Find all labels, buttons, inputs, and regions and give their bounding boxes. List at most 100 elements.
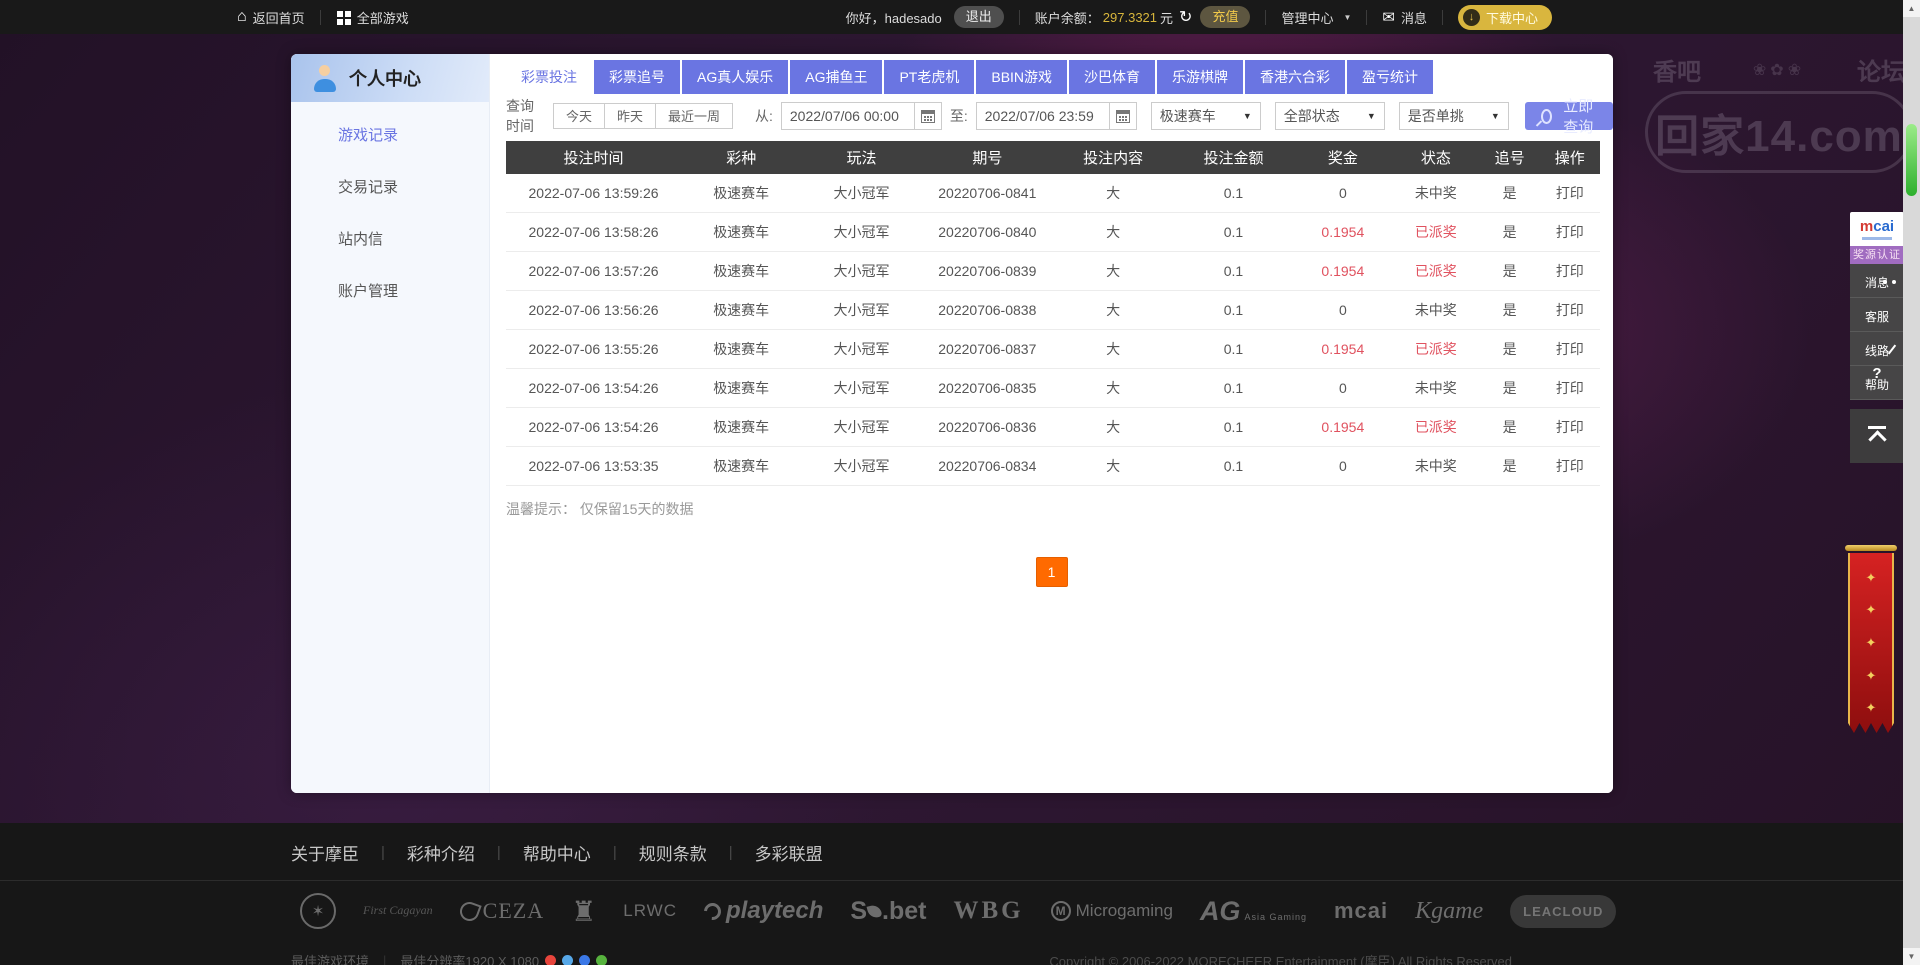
table-cell: 0.1 — [1223, 341, 1244, 357]
tab-4[interactable]: AG捕鱼王 — [790, 60, 883, 94]
scroll-down-button[interactable]: ▼ — [1903, 948, 1920, 965]
from-date-input[interactable] — [781, 103, 914, 129]
query-button[interactable]: 立即查询 — [1524, 98, 1613, 136]
balance-value: 297.3321 — [1102, 9, 1158, 25]
back-to-top-icon — [1867, 430, 1887, 449]
playtech-swirl-icon — [700, 899, 725, 923]
sidebar-title: 个人中心 — [349, 69, 421, 89]
table-cell: 极速赛车 — [713, 224, 770, 240]
tab-2[interactable]: 彩票追号 — [594, 60, 680, 94]
ceza-leaf-icon — [456, 898, 482, 924]
tab-10[interactable]: 盈亏统计 — [1347, 60, 1434, 94]
user-avatar-icon — [311, 64, 339, 92]
widget-item-4[interactable]: 帮助 — [1850, 366, 1904, 400]
table-cell: 20220706-0837 — [938, 341, 1037, 357]
widget-item-1[interactable]: 消息 — [1850, 264, 1904, 298]
watermark-left-text: 香吧 — [1653, 59, 1701, 86]
sidebar-item-1[interactable]: 游戏记录 — [291, 110, 489, 162]
print-link[interactable]: 打印 — [1540, 417, 1600, 437]
from-calendar-button[interactable] — [913, 103, 941, 129]
footer-link-1[interactable]: 关于摩臣 — [291, 840, 359, 865]
tab-3[interactable]: AG真人娱乐 — [682, 60, 789, 94]
footer-link-5[interactable]: 多彩联盟 — [755, 840, 823, 865]
table-cell: 极速赛车 — [713, 419, 770, 435]
to-date-input[interactable] — [976, 103, 1109, 129]
footer-link-divider: | — [496, 844, 501, 861]
quick-range-button-3[interactable]: 最近一周 — [654, 103, 733, 129]
recharge-button[interactable]: 充值 — [1200, 6, 1251, 28]
filter-select-value: 全部状态 — [1283, 108, 1340, 124]
logo-leacloud: LEACLOUD — [1510, 894, 1617, 928]
table-cell: 大 — [1106, 302, 1121, 318]
admin-center-menu[interactable]: 管理中心 ▼ — [1281, 8, 1351, 27]
mcai-logo-underline — [1862, 237, 1892, 240]
download-center-label: 下载中心 — [1485, 10, 1538, 26]
back-to-top-button[interactable] — [1850, 409, 1904, 463]
sidebar-item-3[interactable]: 站内信 — [291, 214, 489, 266]
table-cell: 是 — [1502, 185, 1517, 201]
leaf-icon — [866, 903, 883, 919]
table-row: 2022-07-06 13:58:26 极速赛车 大小冠军 20220706-0840… — [506, 213, 1600, 252]
tab-6[interactable]: BBIN游戏 — [976, 60, 1068, 94]
print-link[interactable]: 打印 — [1540, 261, 1600, 281]
scrollbar-thumb[interactable] — [1906, 124, 1917, 196]
page-1-button[interactable]: 1 — [1035, 557, 1068, 587]
tab-8[interactable]: 乐游棋牌 — [1157, 60, 1244, 94]
android-icon — [596, 955, 608, 965]
tab-5[interactable]: PT老虎机 — [884, 60, 975, 94]
scroll-up-button[interactable]: ▲ — [1903, 0, 1920, 17]
table-cell: 大 — [1106, 341, 1121, 357]
topbar-divider — [319, 9, 321, 25]
content-area: 彩票投注 彩票追号 AG真人娱乐 AG捕鱼王 PT老虎机 BBIN游戏 沙巴体育 乐游棋牌 香港… — [490, 54, 1613, 793]
logout-button[interactable]: 退出 — [953, 6, 1004, 28]
sidebar-item-4[interactable]: 账户管理 — [291, 266, 489, 318]
table-cell: 极速赛车 — [713, 263, 770, 279]
print-link[interactable]: 打印 — [1540, 456, 1600, 476]
all-games-label: 全部游戏 — [356, 10, 409, 26]
footer-link-4[interactable]: 规则条款 — [639, 840, 707, 865]
quick-range-button-2[interactable]: 昨天 — [603, 103, 656, 129]
quick-range-button-1[interactable]: 今天 — [552, 103, 605, 129]
filter-select-1[interactable]: 极速赛车 ▼ — [1150, 102, 1261, 130]
widget-item-3[interactable]: 线路 — [1850, 332, 1904, 366]
footer-link-divider: | — [612, 844, 617, 861]
column-header-2: 彩种 — [726, 150, 757, 167]
mcai-cert-logo[interactable]: mcai — [1850, 212, 1904, 246]
filter-select-3[interactable]: 是否单挑 ▼ — [1398, 102, 1509, 130]
messages-link[interactable]: ✉ 消息 — [1382, 8, 1427, 27]
tab-9[interactable]: 香港六合彩 — [1245, 60, 1346, 94]
best-env-text: 最佳游戏环境 — [291, 954, 370, 965]
circled-m-icon: M — [1050, 901, 1071, 921]
to-calendar-button[interactable] — [1108, 103, 1136, 129]
table-cell: 已派奖 — [1414, 419, 1457, 435]
banner-ornament: ✦ — [1865, 667, 1877, 683]
table-cell: 是 — [1502, 302, 1517, 318]
all-games-link[interactable]: 全部游戏 — [336, 8, 409, 27]
print-link[interactable]: 打印 — [1540, 300, 1600, 320]
page-scrollbar[interactable]: ▲ ▼ — [1903, 0, 1920, 965]
back-home-link[interactable]: ⌂ 返回首页 — [237, 8, 305, 27]
promo-scroll-banner[interactable]: ✦ ✦ ✦ ✦ ✦ — [1845, 545, 1897, 747]
back-home-label: 返回首页 — [252, 10, 305, 26]
table-cell: 0.1 — [1223, 224, 1244, 240]
logo-seal: ✶ — [300, 893, 336, 929]
footer-link-2[interactable]: 彩种介绍 — [407, 840, 475, 865]
table-cell: 极速赛车 — [713, 302, 770, 318]
topbar-divider — [1366, 9, 1368, 25]
table-cell: 极速赛车 — [713, 458, 770, 474]
tab-7[interactable]: 沙巴体育 — [1069, 60, 1156, 94]
print-link[interactable]: 打印 — [1540, 378, 1600, 398]
refresh-balance-icon[interactable]: ↻ — [1179, 7, 1192, 27]
print-link[interactable]: 打印 — [1540, 183, 1600, 203]
print-link[interactable]: 打印 — [1540, 222, 1600, 242]
table-cell: 0 — [1338, 380, 1347, 396]
print-link[interactable]: 打印 — [1540, 339, 1600, 359]
footer-link-3[interactable]: 帮助中心 — [523, 840, 591, 865]
filter-select-2[interactable]: 全部状态 ▼ — [1274, 102, 1385, 130]
sidebar-item-2[interactable]: 交易记录 — [291, 162, 489, 214]
download-center-button[interactable]: ↓ 下载中心 — [1457, 4, 1552, 30]
chevron-down-icon: ▼ — [1366, 111, 1376, 121]
tab-1[interactable]: 彩票投注 — [506, 60, 592, 94]
logo-lrwc: LRWC — [623, 901, 677, 920]
widget-item-2[interactable]: 客服 — [1850, 298, 1904, 332]
